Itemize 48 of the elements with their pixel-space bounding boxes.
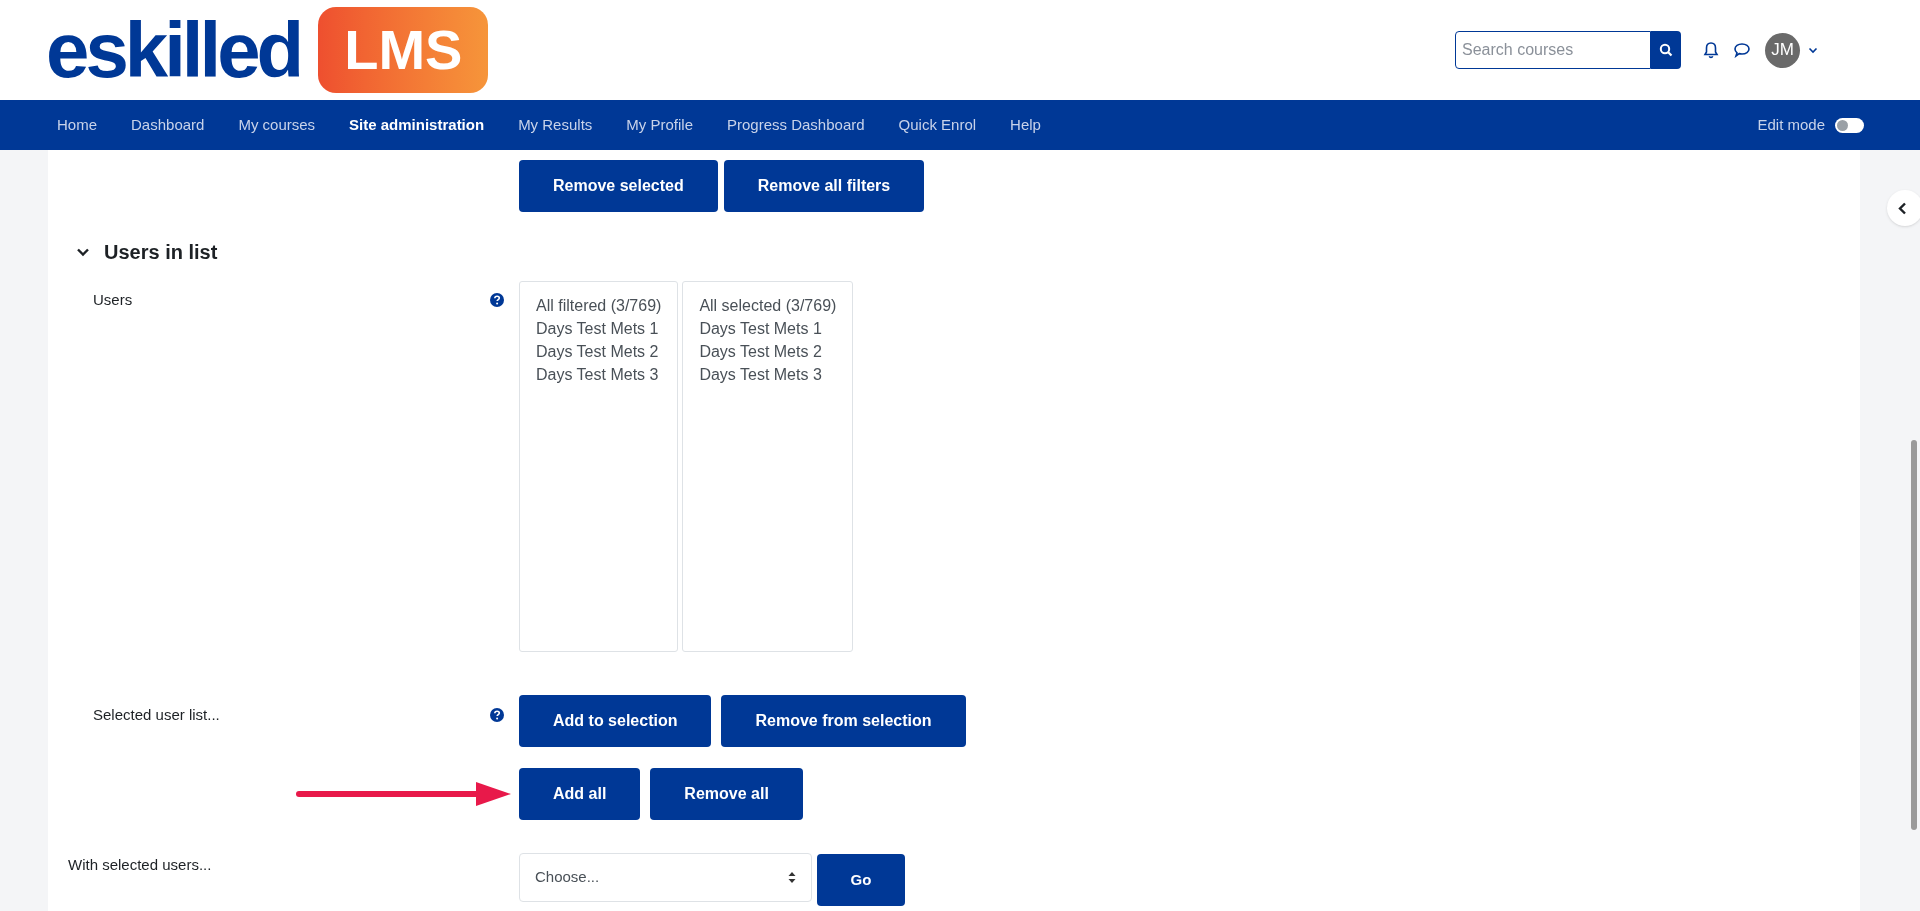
search-icon [1659, 43, 1673, 57]
user-avatar[interactable]: JM [1765, 32, 1800, 68]
nav-link[interactable]: My Profile [610, 113, 709, 137]
logo-badge: LMS [318, 7, 489, 93]
field-label: Users [93, 290, 133, 310]
logo-wordmark: eskilled [46, 11, 301, 89]
list-option[interactable]: Days Test Mets 2 [536, 340, 662, 363]
action-button[interactable]: Add to selection [519, 695, 712, 747]
list-option[interactable]: All filtered (3/769) [536, 294, 662, 317]
action-button[interactable]: Remove from selection [721, 695, 966, 747]
action-button[interactable]: Remove all [650, 768, 803, 820]
action-button[interactable]: Remove selected [519, 160, 718, 212]
scrollbar-thumb[interactable] [1911, 440, 1917, 830]
nav-link[interactable]: Home [41, 113, 113, 137]
nav-link[interactable]: My courses [222, 113, 332, 137]
nav-link[interactable]: Site administration [333, 113, 501, 137]
drawer-toggle[interactable] [1887, 190, 1920, 226]
sort-caret-icon [788, 871, 796, 883]
edit-mode-toggle[interactable] [1835, 117, 1864, 133]
action-button[interactable]: Remove all filters [723, 160, 925, 212]
caret-icon[interactable] [1808, 46, 1818, 54]
user-listbox[interactable]: All filtered (3/769) Days Test Mets 1 Days Test Mets 2 Days Test Mets 3 [519, 281, 679, 652]
search-field[interactable]: Search courses [1455, 31, 1651, 69]
user-listbox[interactable]: All selected (3/769) Days Test Mets 1 Days Test Mets 2 Days Test Mets 3 [682, 281, 854, 652]
list-option[interactable]: Days Test Mets 1 [536, 317, 662, 340]
list-option[interactable]: Days Test Mets 3 [536, 363, 662, 386]
field-label: With selected users... [68, 856, 212, 873]
nav-link[interactable]: Progress Dashboard [711, 113, 881, 137]
help-icon[interactable] [490, 708, 504, 722]
list-option[interactable]: Days Test Mets 2 [699, 340, 837, 363]
go-button[interactable]: Go [817, 854, 905, 906]
list-option[interactable]: Days Test Mets 1 [699, 317, 837, 340]
chat-icon[interactable] [1733, 42, 1751, 58]
edit-mode-label: Edit mode [1757, 114, 1825, 135]
search-button[interactable] [1651, 31, 1681, 69]
nav-link[interactable]: Dashboard [115, 113, 221, 137]
nav-link[interactable]: Help [994, 113, 1057, 137]
chevron-left-icon [1898, 201, 1907, 215]
field-label: Selected user list... [93, 705, 220, 725]
nav-link[interactable]: Quick Enrol [882, 113, 993, 137]
list-option[interactable]: All selected (3/769) [699, 294, 837, 317]
help-icon[interactable] [490, 293, 504, 307]
section-heading: Users in list [104, 240, 218, 265]
list-option[interactable]: Days Test Mets 3 [699, 363, 837, 386]
bell-icon[interactable] [1703, 41, 1719, 59]
action-button[interactable]: Add all [519, 768, 641, 820]
nav-link[interactable]: My Results [502, 113, 609, 137]
action-select[interactable]: Choose... [519, 852, 812, 902]
